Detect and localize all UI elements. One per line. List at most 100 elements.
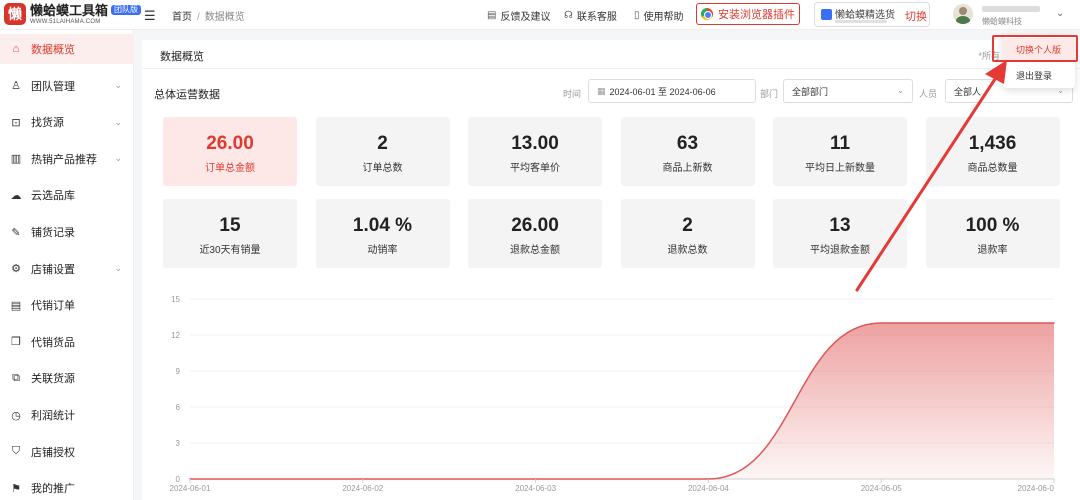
sidebar: ⌂ 数据概览 ♙ 团队管理 ⌄ ⊡ 找货源 ⌄ ▥ 热销产品推荐 ⌄ ☁ 云选品库 ✎ 铺货记录 ⚙ 店铺设置 ⌄… (0, 30, 134, 500)
stat-card: 2 退款总数 (620, 199, 755, 268)
stat-card: 15 近30天有销量 (163, 199, 297, 268)
data-point (1053, 322, 1055, 324)
avatar[interactable] (953, 4, 973, 24)
dept-filter-label: 部门 (760, 89, 779, 99)
menu-toggle-icon[interactable]: ☰ (144, 8, 156, 24)
x-tick-label: 2024-06-04 (688, 484, 729, 493)
stat-value: 1,436 (968, 133, 1017, 154)
chevron-down-icon: ⌄ (114, 116, 122, 127)
shop-name: 懒蛤蟆精选货源 (835, 10, 895, 21)
stat-label: 平均客单价 (510, 163, 560, 174)
feedback-link[interactable]: ▤ 反馈及建议 (487, 8, 550, 23)
series-area (190, 323, 1054, 479)
sidebar-item[interactable]: ▤ 代销订单 (0, 290, 134, 320)
sidebar-item-label: 数据概览 (31, 44, 75, 56)
stat-value: 2 (682, 215, 693, 236)
stat-card: 2 订单总数 (315, 117, 450, 186)
store-settings-icon: ⚙ (11, 263, 21, 276)
switch-shop-link[interactable]: 切换 (905, 8, 927, 24)
stat-label: 订单总数 (362, 163, 403, 174)
y-tick-label: 3 (176, 439, 181, 448)
y-tick-label: 12 (171, 331, 180, 340)
stat-card: 1,436 商品总数量 (925, 117, 1060, 186)
stat-card: 100 % 退款率 (925, 199, 1060, 268)
stat-card: 13.00 平均客单价 (468, 117, 602, 186)
chevron-down-icon: ⌄ (114, 80, 122, 91)
stat-label: 商品总数量 (967, 163, 1018, 174)
help-link[interactable]: ▯ 使用帮助 (634, 8, 684, 23)
sidebar-item-label: 利润统计 (31, 410, 75, 422)
person-select-value: 全部人 (954, 86, 982, 97)
order-icon: ▤ (10, 299, 22, 312)
chart-bar-icon: ▥ (10, 153, 22, 166)
feedback-label: 反馈及建议 (500, 12, 551, 23)
home-icon: ⌂ (12, 43, 20, 55)
clock-icon: ◷ (11, 409, 21, 422)
sidebar-item[interactable]: ❒ 代销货品 (0, 327, 134, 357)
data-point (880, 322, 882, 324)
stat-label: 平均退款金额 (810, 245, 870, 256)
breadcrumb-separator: / (197, 12, 200, 23)
breadcrumb-home[interactable]: 首页 (172, 12, 192, 23)
user-name-redacted (982, 6, 1040, 12)
sidebar-item-label: 团队管理 (31, 80, 75, 93)
sidebar-item[interactable]: ☁ 云选品库 (0, 180, 134, 210)
person-filter-label: 人员 (919, 89, 938, 99)
logout-item[interactable]: 退出登录 (1003, 64, 1075, 86)
stat-card: 26.00 退款总金额 (468, 199, 602, 268)
chevron-down-icon[interactable]: ⌄ (1056, 8, 1064, 19)
sidebar-item[interactable]: ⛉ 店铺授权 (0, 437, 134, 467)
sidebar-item-label: 代销订单 (31, 300, 75, 313)
stat-label: 商品上新数 (662, 163, 713, 174)
sidebar-item[interactable]: ◷ 利润统计 (0, 400, 134, 430)
y-tick-label: 9 (176, 367, 181, 376)
sidebar-item[interactable]: ⚑ 我的推广 (0, 473, 134, 500)
sidebar-item[interactable]: ⧉ 关联货源 (0, 363, 134, 393)
user-name[interactable] (982, 4, 1042, 13)
sidebar-item[interactable]: ▥ 热销产品推荐 ⌄ (0, 144, 134, 174)
stat-value: 100 % (965, 215, 1020, 236)
breadcrumb: 首页 / 数据概览 (172, 8, 245, 23)
overview-panel: 总体运营数据 时间 ▦ 2024-06-01 至 2024-06-06 部门 全… (142, 68, 1080, 500)
chevron-down-icon: ⌄ (114, 263, 122, 274)
calendar-icon: ▦ (597, 85, 606, 96)
box-icon: ❒ (11, 336, 21, 349)
link-icon: ⧉ (12, 371, 20, 384)
promote-icon: ⚑ (11, 482, 21, 495)
logo-title: 懒蛤蟆工具箱 (30, 2, 109, 18)
chevron-down-icon: ⌄ (114, 153, 122, 164)
user-company: 懒蛤蟆科技 (982, 17, 1022, 26)
trend-area-chart: 15 12 9 6 3 02024-06-01 2024-06-02 2024-06-03 20… (170, 295, 1055, 493)
current-shop-selector[interactable]: 懒蛤蟆精选货源 切换 (814, 2, 930, 27)
sidebar-item-label: 店铺设置 (31, 263, 75, 276)
stat-card: 11 平均日上新数量 (773, 117, 907, 186)
help-doc-icon: ▯ (634, 10, 640, 21)
sidebar-item[interactable]: ⚙ 店铺设置 ⌄ (0, 254, 134, 284)
stat-label: 订单总金额 (205, 163, 255, 174)
date-range-picker[interactable]: ▦ 2024-06-01 至 2024-06-06 (588, 79, 756, 103)
install-extension-button[interactable]: 安装浏览器插件 (696, 3, 800, 25)
shop-icon (821, 9, 832, 20)
dept-select[interactable]: 全部部门 ⌄ (783, 79, 913, 103)
sidebar-item[interactable]: ♙ 团队管理 ⌄ (0, 71, 134, 101)
headset-icon: ☊ (564, 10, 573, 21)
stat-label: 动销率 (367, 245, 398, 256)
x-tick-label: 2024-06-0 (1018, 484, 1055, 493)
search-goods-icon: ⊡ (11, 116, 21, 129)
stat-value: 13.00 (511, 133, 559, 154)
sidebar-item-label: 云选品库 (31, 190, 75, 203)
sidebar-item[interactable]: ⊡ 找货源 ⌄ (0, 107, 134, 137)
stat-label: 平均日上新数量 (805, 163, 875, 174)
support-link[interactable]: ☊ 联系客服 (564, 8, 617, 23)
sidebar-item[interactable]: ✎ 铺货记录 (0, 217, 134, 247)
sidebar-item-label: 铺货记录 (31, 227, 75, 239)
stat-value: 26.00 (206, 133, 254, 154)
stat-label: 退款总金额 (510, 245, 560, 256)
time-filter-label: 时间 (563, 89, 582, 99)
y-tick-label: 0 (176, 475, 181, 484)
sidebar-item-label: 店铺授权 (31, 446, 75, 459)
dept-select-value: 全部部门 (792, 86, 829, 97)
stat-label: 退款总数 (667, 245, 708, 256)
sidebar-item[interactable]: ⌂ 数据概览 (0, 34, 134, 64)
app-logo[interactable]: 懒 懒蛤蟆工具箱 团队版 WWW.51LAIHAMA.COM (4, 2, 142, 25)
